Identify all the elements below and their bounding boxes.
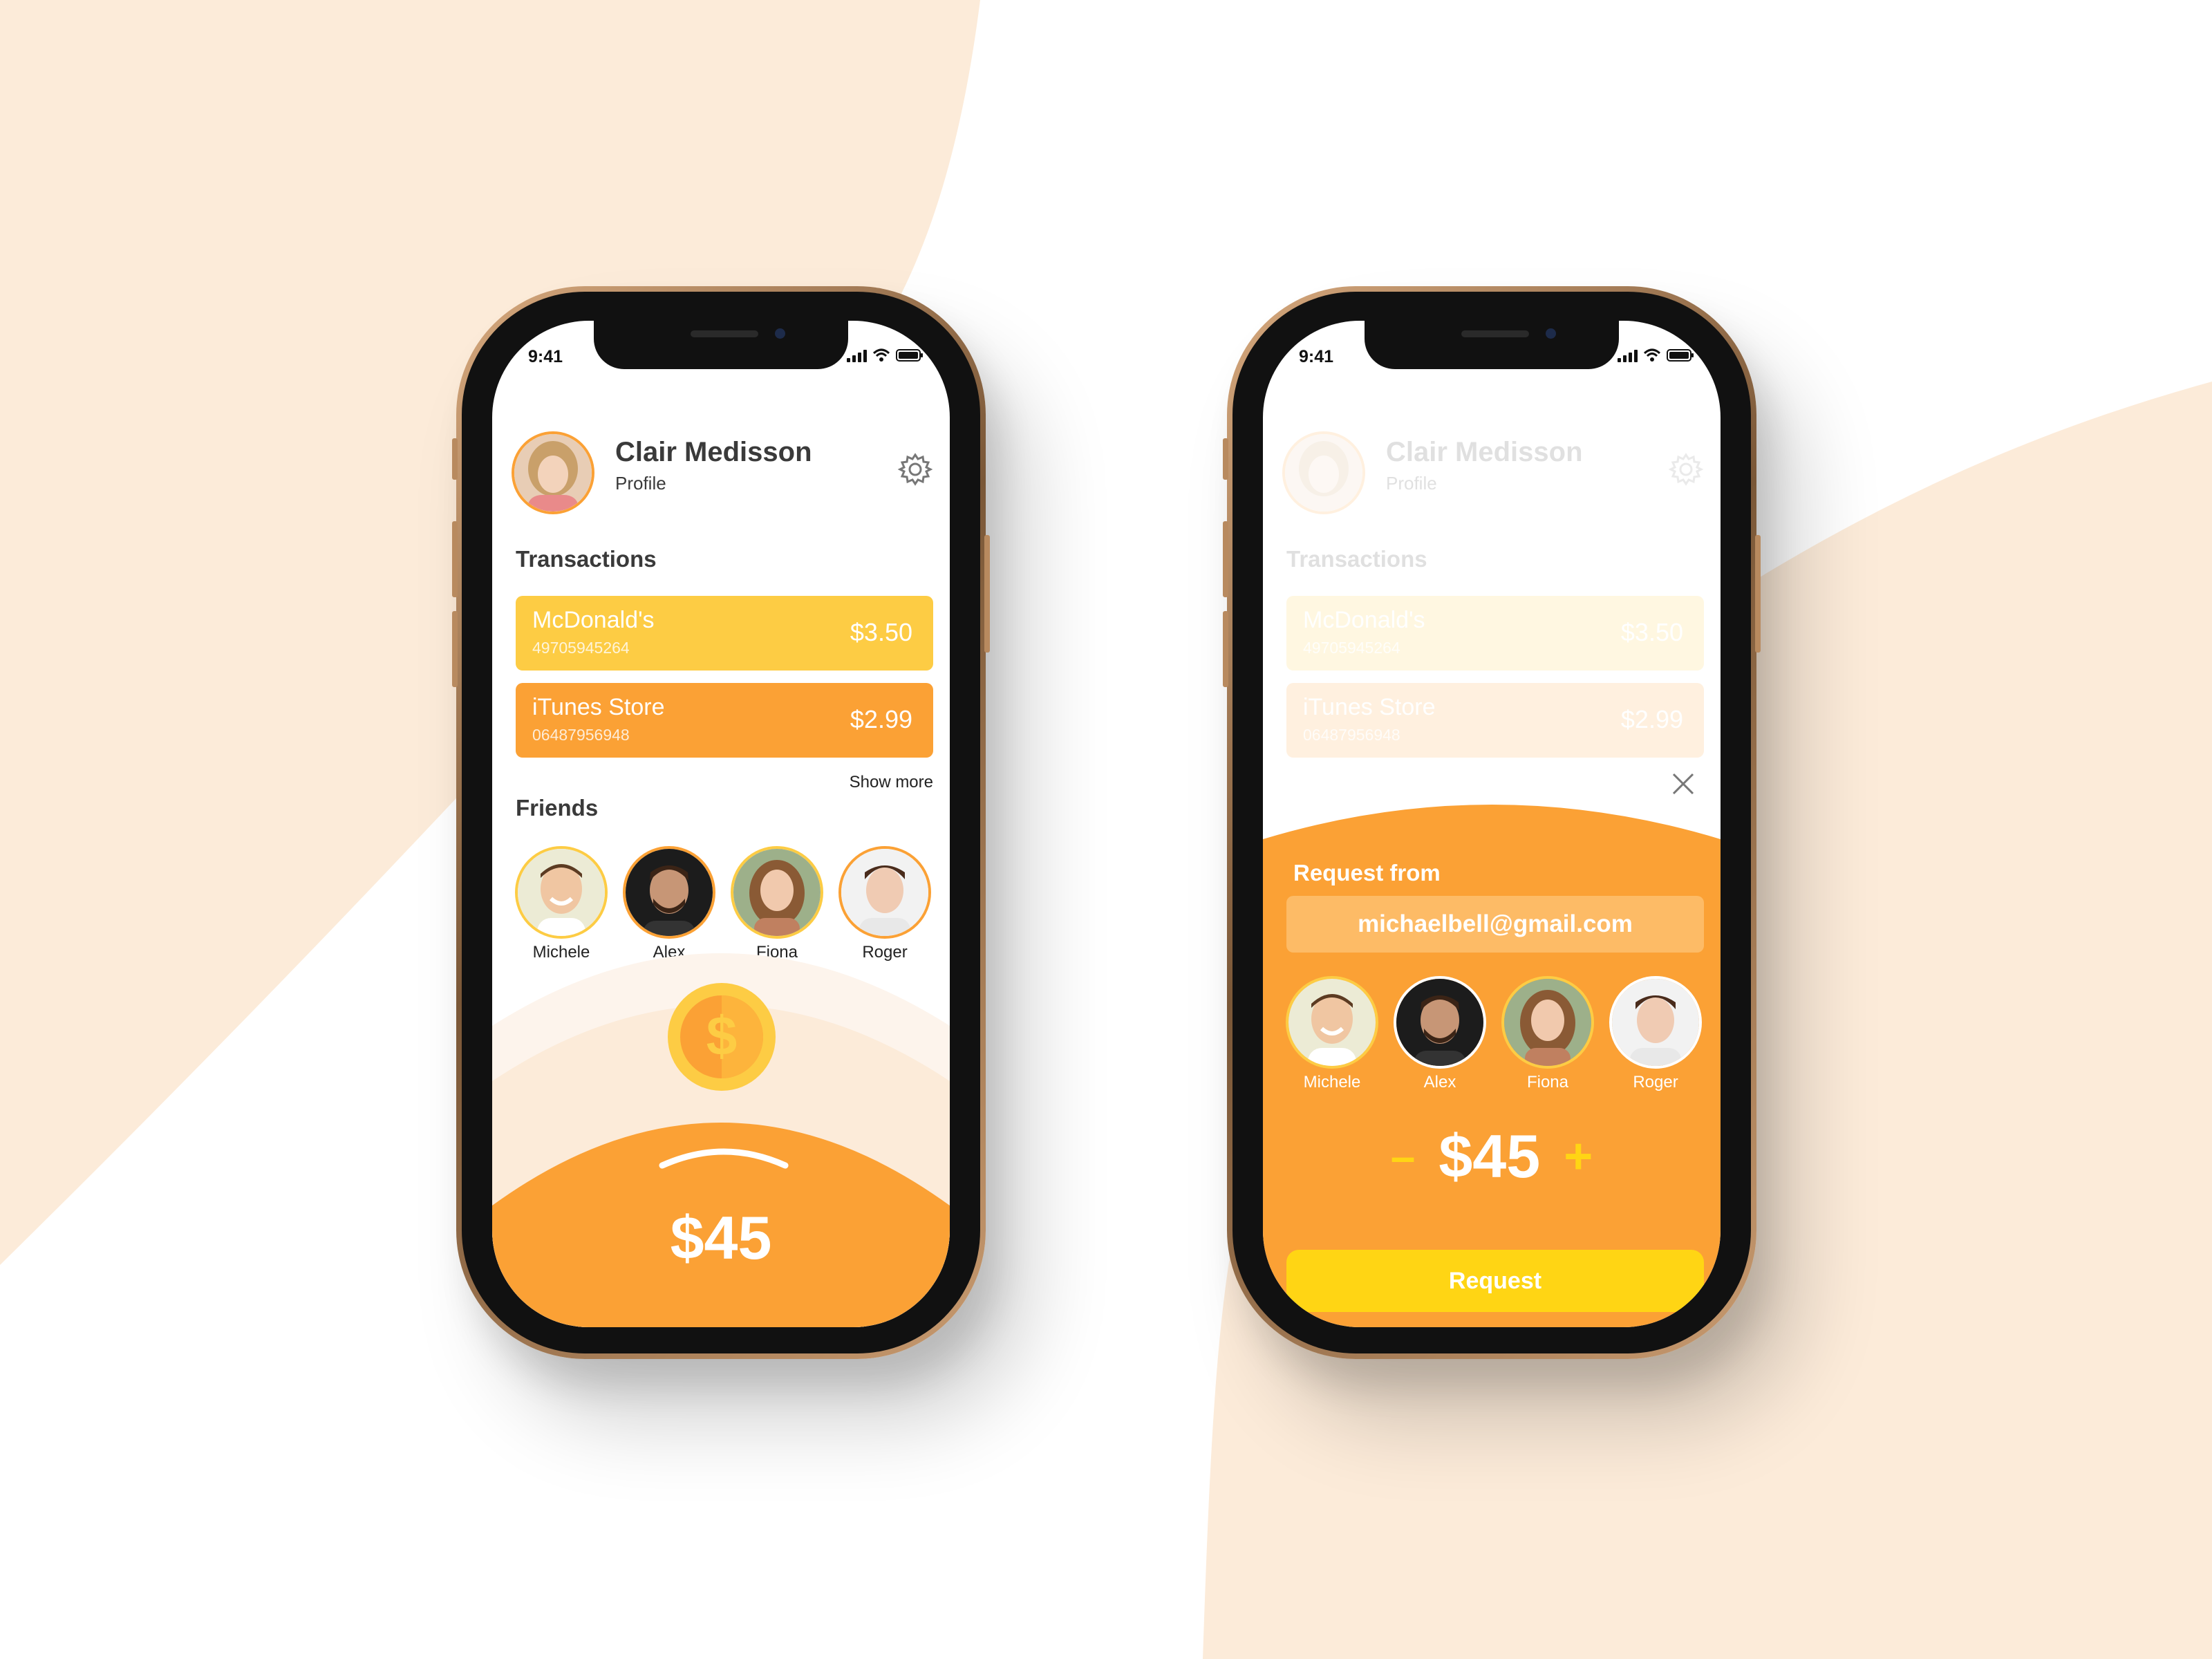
increase-button[interactable]: + [1564, 1128, 1593, 1185]
status-icons [847, 348, 924, 362]
friend-name: Roger [1633, 1073, 1678, 1091]
status-time: 9:41 [1299, 347, 1334, 366]
transaction-merchant: iTunes Store [532, 694, 665, 720]
decrease-button[interactable]: – [1391, 1131, 1416, 1182]
request-button[interactable]: Request [1286, 1250, 1704, 1312]
amount-stepper: – $45 + [1263, 1121, 1721, 1192]
friend-avatar [623, 846, 715, 939]
friend-avatar [1394, 976, 1486, 1069]
transaction-row: McDonald's 49705945264 $3.50 [1286, 596, 1704, 671]
amount-display: $45 [670, 1203, 772, 1272]
transaction-row[interactable]: iTunes Store 06487956948 $2.99 [516, 683, 933, 758]
transaction-number: 06487956948 [1303, 726, 1400, 744]
wifi-icon [872, 348, 890, 362]
friend-roger[interactable]: Roger [1607, 976, 1704, 1092]
profile-name: Clair Medisson [615, 437, 812, 467]
signal-icon [847, 348, 867, 362]
screen-request: 9:41 Clair Medisson Profile Transactions… [1263, 321, 1721, 1327]
background-shapes [0, 0, 2212, 1659]
transaction-amount: $2.99 [850, 705, 912, 733]
friend-name: Alex [1423, 1073, 1456, 1091]
transaction-number: 49705945264 [1303, 639, 1400, 657]
transaction-row[interactable]: McDonald's 49705945264 $3.50 [516, 596, 933, 671]
transaction-number: 49705945264 [532, 639, 630, 657]
phone-right: 9:41 Clair Medisson Profile Transactions… [1223, 286, 1761, 1359]
transaction-amount: $3.50 [850, 618, 912, 646]
svg-text:$: $ [706, 1005, 738, 1067]
transaction-merchant: McDonald's [532, 607, 655, 633]
friend-name: Fiona [1526, 1073, 1569, 1091]
transaction-merchant: McDonald's [1303, 607, 1425, 633]
notch [594, 321, 848, 369]
friend-avatar [1286, 976, 1378, 1069]
transaction-row: iTunes Store 06487956948 $2.99 [1286, 683, 1704, 758]
status-icons [1618, 348, 1694, 362]
transactions-title: Transactions [516, 546, 657, 572]
show-more-link[interactable]: Show more [850, 773, 933, 792]
status-time: 9:41 [528, 347, 563, 366]
profile-avatar [1282, 431, 1365, 514]
battery-icon [896, 349, 923, 362]
battery-icon [1667, 349, 1694, 362]
dollar-coin-icon[interactable]: $ [666, 982, 777, 1092]
friend-name: Michele [1303, 1073, 1361, 1091]
friend-avatar [1609, 976, 1702, 1069]
phone-left: 9:41 Clair Medisson Profile Transactions… [452, 286, 990, 1359]
friend-avatar [838, 846, 931, 939]
profile-subtitle: Profile [1386, 473, 1437, 494]
close-icon[interactable] [1671, 771, 1696, 796]
transactions-title: Transactions [1286, 546, 1427, 572]
transaction-amount: $2.99 [1620, 705, 1683, 733]
friend-avatar [731, 846, 823, 939]
profile-name: Clair Medisson [1386, 437, 1583, 467]
friend-avatar [1501, 976, 1594, 1069]
friend-avatar [515, 846, 608, 939]
profile-avatar[interactable] [512, 431, 594, 514]
notch [1365, 321, 1619, 369]
friend-fiona[interactable]: Fiona [1499, 976, 1596, 1092]
transaction-number: 06487956948 [532, 726, 630, 744]
signal-icon [1618, 348, 1638, 362]
email-field[interactable]: michaelbell@gmail.com [1286, 896, 1704, 953]
profile-subtitle: Profile [615, 473, 666, 494]
wifi-icon [1643, 348, 1661, 362]
request-title: Request from [1293, 860, 1441, 885]
amount-arc-handle[interactable] [658, 1142, 789, 1170]
transaction-merchant: iTunes Store [1303, 694, 1436, 720]
friends-title: Friends [516, 795, 599, 821]
gear-icon[interactable] [897, 451, 934, 488]
transaction-amount: $3.50 [1620, 618, 1683, 646]
gear-icon [1668, 453, 1704, 486]
request-amount: $45 [1438, 1122, 1541, 1190]
friend-alex[interactable]: Alex [1391, 976, 1488, 1092]
screen-profile: 9:41 Clair Medisson Profile Transactions… [492, 321, 950, 1327]
friend-michele[interactable]: Michele [1284, 976, 1380, 1092]
